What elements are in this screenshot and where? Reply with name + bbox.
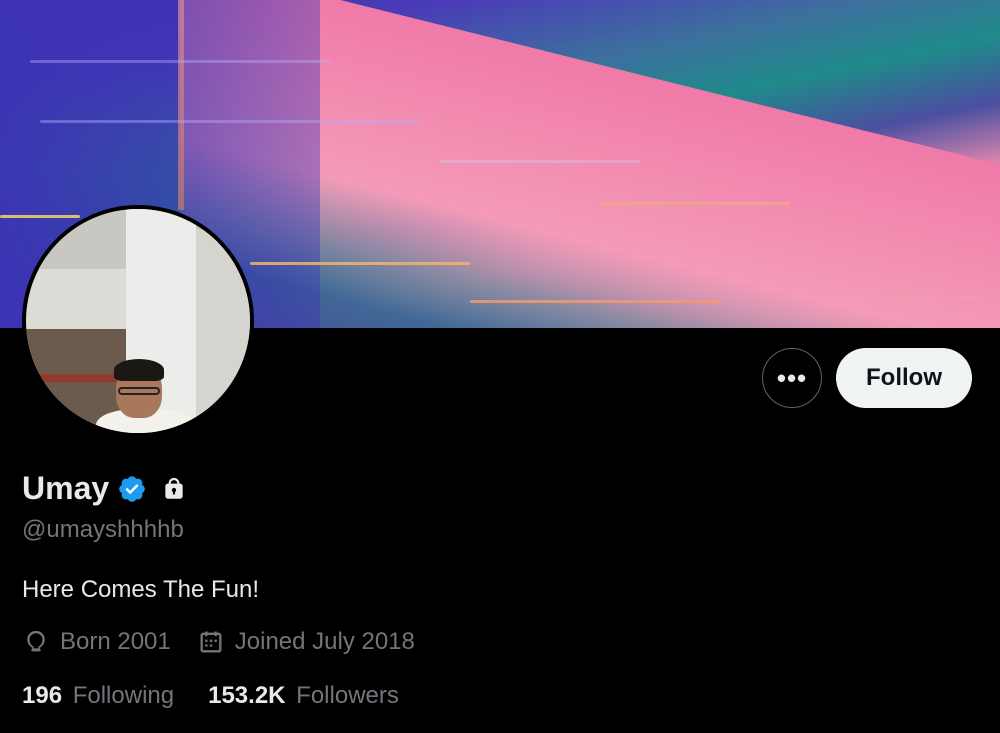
banner-streak [30, 60, 330, 63]
lock-icon [165, 477, 183, 499]
join-date-label: Joined July 2018 [234, 628, 415, 655]
verified-badge-icon[interactable] [117, 474, 147, 504]
banner-streak [250, 262, 470, 265]
more-options-button[interactable]: ••• [762, 348, 822, 408]
photo-person-hair [114, 359, 164, 381]
banner-streak [600, 202, 790, 205]
birth-date-item: Born 2001 [22, 628, 171, 656]
user-bio: Here Comes The Fun! [22, 576, 259, 603]
balloon-icon [27, 630, 45, 652]
following-label: Following [72, 682, 175, 709]
following-count: 196 [22, 682, 63, 709]
followers-count: 153.2K [208, 682, 286, 709]
followers-link[interactable]: 153.2K Followers [208, 682, 399, 710]
display-name: Umay [22, 470, 110, 506]
user-handle: @umayshhhhb [22, 516, 184, 543]
profile-avatar[interactable] [22, 205, 254, 437]
banner-pole [178, 0, 184, 210]
name-row: Umay [22, 470, 187, 507]
banner-streak [470, 300, 720, 303]
banner-streak [440, 160, 640, 163]
banner-streak [40, 120, 420, 123]
profile-meta: Born 2001 Joined July 2018 [22, 628, 441, 656]
following-link[interactable]: 196 Following [22, 682, 174, 710]
profile-stats: 196 Following 153.2K Followers [22, 682, 433, 710]
birth-date-label: Born 2001 [60, 628, 171, 655]
calendar-icon [200, 631, 222, 653]
photo-person-glasses [118, 387, 160, 395]
follow-button[interactable]: Follow [836, 348, 972, 408]
banner-streak [820, 296, 980, 299]
followers-label: Followers [296, 682, 399, 709]
avatar-photo [26, 209, 250, 433]
join-date-item: Joined July 2018 [197, 628, 415, 656]
